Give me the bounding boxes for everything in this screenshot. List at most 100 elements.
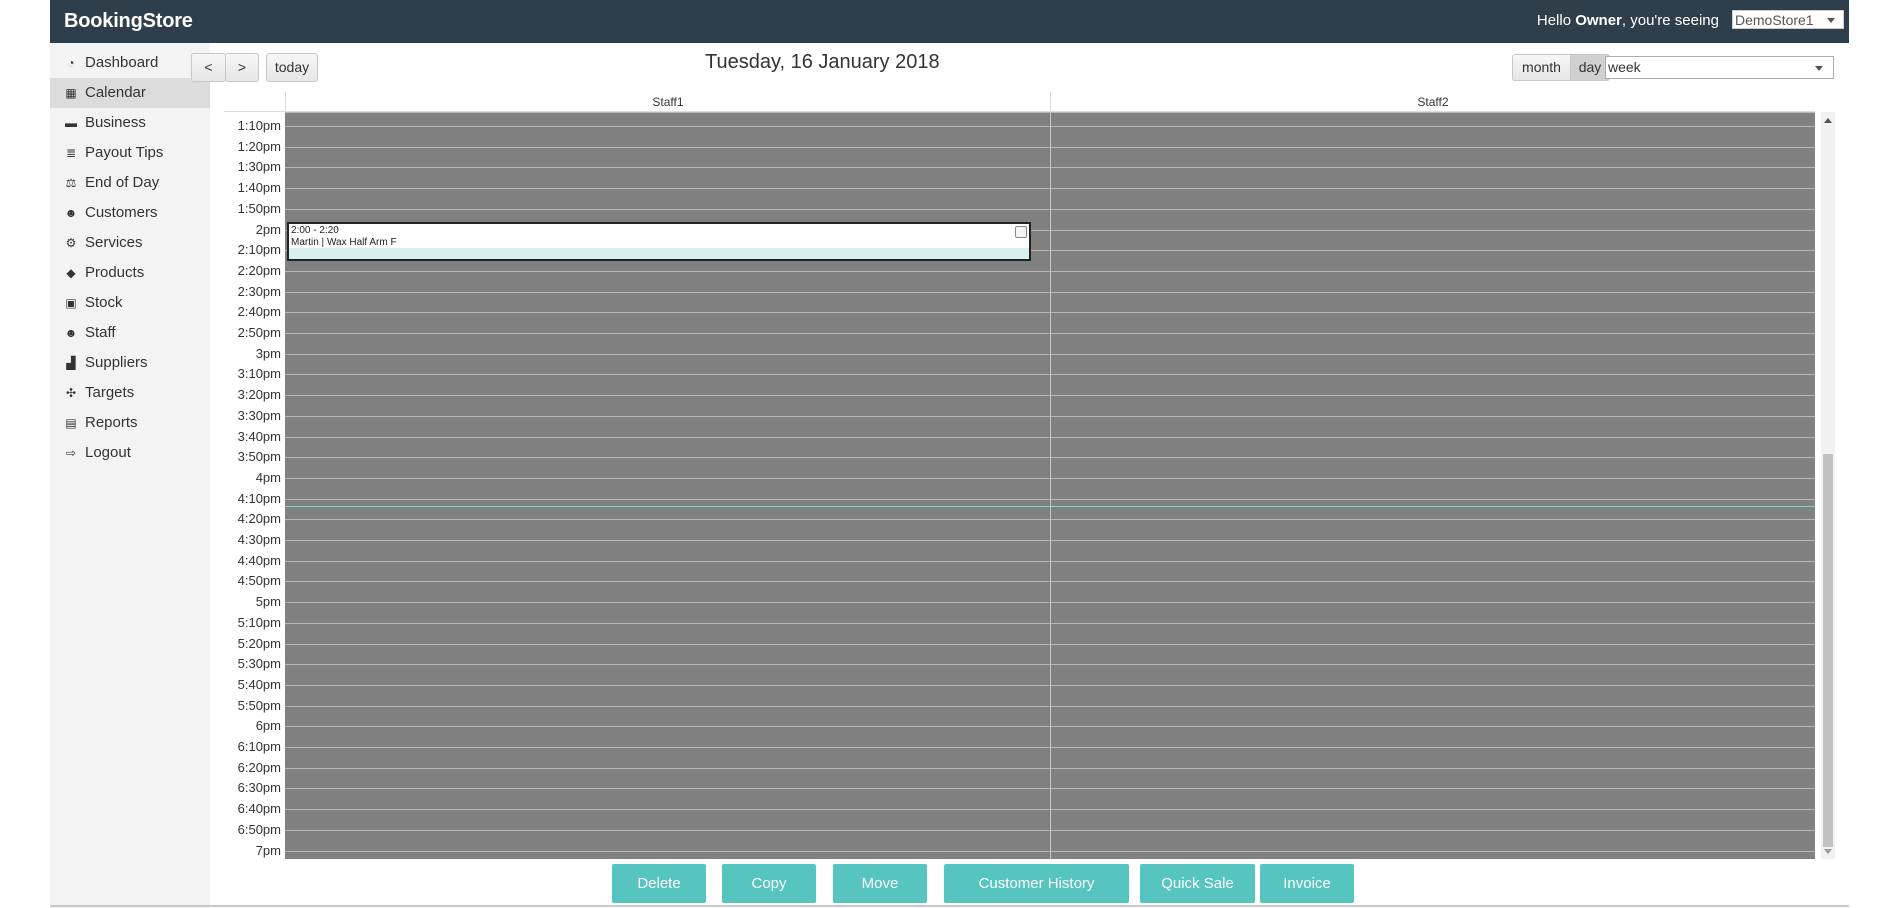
archive-icon: ▣ xyxy=(65,296,77,310)
sidebar-item-logout[interactable]: ⇨ Logout xyxy=(50,438,210,468)
delete-button[interactable]: Delete xyxy=(612,864,706,903)
time-label: 6:50pm xyxy=(237,821,281,837)
greeting-suffix: , you're seeing xyxy=(1621,12,1719,29)
time-label: 6:10pm xyxy=(237,739,281,754)
time-label: 6:20pm xyxy=(237,759,281,775)
crosshairs-icon: ✣ xyxy=(65,386,77,400)
sidebar-item-business[interactable]: ▬ Business xyxy=(50,108,210,138)
column-header-staff1: Staff1 xyxy=(285,92,1050,112)
time-label: 5:10pm xyxy=(237,614,281,630)
slot-line xyxy=(285,271,1815,272)
sidebar-item-label: Dashboard xyxy=(85,54,159,71)
sidebar-item-staff[interactable]: ☻ Staff xyxy=(50,318,210,348)
sidebar-item-label: End of Day xyxy=(85,174,160,191)
slot-line xyxy=(285,312,1815,313)
sidebar-item-suppliers[interactable]: ▟ Suppliers xyxy=(50,348,210,378)
time-label: 6pm xyxy=(255,718,281,734)
slot-line xyxy=(285,188,1815,189)
time-label: 3:20pm xyxy=(237,387,281,403)
sidebar-item-end-of-day[interactable]: ⚖ End of Day xyxy=(50,168,210,198)
time-label: 5:30pm xyxy=(237,656,281,672)
month-view-button[interactable]: month xyxy=(1512,54,1571,81)
appointment-event[interactable]: 2:00 - 2:20 Martin | Wax Half Arm F xyxy=(287,222,1031,261)
time-label: 5:20pm xyxy=(237,635,281,651)
calendar-icon: ▦ xyxy=(65,86,77,100)
scroll-down-icon[interactable] xyxy=(1824,849,1832,854)
slot-line xyxy=(285,809,1815,810)
slot-line xyxy=(285,333,1815,334)
database-icon: ≣ xyxy=(65,146,77,160)
slot-line xyxy=(285,416,1815,417)
slot-line xyxy=(285,664,1815,665)
sidebar-item-label: Products xyxy=(85,264,145,281)
slot-line xyxy=(285,540,1815,541)
time-label: 2:10pm xyxy=(237,242,281,258)
invoice-button[interactable]: Invoice xyxy=(1260,864,1354,903)
sidebar: ◔ Dashboard ▦ Calendar ▬ Business ≣ Payout Tips… xyxy=(50,43,210,908)
chevron-left-icon: < xyxy=(204,59,213,75)
slot-line xyxy=(285,499,1815,500)
store-select[interactable]: DemoStore1 xyxy=(1732,10,1844,29)
time-label: 5:40pm xyxy=(237,676,281,692)
chevron-down-icon xyxy=(1827,18,1835,23)
sidebar-item-calendar[interactable]: ▦ Calendar xyxy=(50,78,210,108)
sidebar-item-dashboard[interactable]: ◔ Dashboard xyxy=(50,48,210,78)
time-label: 2:50pm xyxy=(237,325,281,340)
customer-history-button[interactable]: Customer History xyxy=(944,864,1129,903)
event-select-checkbox[interactable] xyxy=(1015,226,1027,238)
sidebar-item-targets[interactable]: ✣ Targets xyxy=(50,378,210,408)
scrollbar-thumb[interactable] xyxy=(1823,454,1833,847)
slot-line xyxy=(285,851,1815,852)
scroll-up-icon[interactable] xyxy=(1824,118,1832,123)
today-button[interactable]: today xyxy=(266,53,318,82)
sidebar-item-payout-tips[interactable]: ≣ Payout Tips xyxy=(50,138,210,168)
time-label: 3:30pm xyxy=(237,407,281,423)
current-time-line xyxy=(285,506,1815,507)
sidebar-item-reports[interactable]: ▤ Reports xyxy=(50,408,210,438)
brand-logo[interactable]: BookingStore xyxy=(64,10,193,33)
copy-button[interactable]: Copy xyxy=(722,864,816,903)
time-label: 4:40pm xyxy=(237,552,281,568)
top-navbar: BookingStore Hello Owner, you're seeing … xyxy=(50,0,1849,43)
sidebar-item-label: Business xyxy=(85,114,146,131)
next-button[interactable]: > xyxy=(225,53,259,82)
time-label: 1:50pm xyxy=(237,200,281,216)
slot-line xyxy=(285,437,1815,438)
slot-line xyxy=(285,395,1815,396)
time-label: 1:10pm xyxy=(237,118,281,133)
scale-icon: ⚖ xyxy=(65,176,77,190)
slot-line xyxy=(285,112,1815,113)
sidebar-item-customers[interactable]: ☻ Customers xyxy=(50,198,210,228)
time-label: 3:10pm xyxy=(237,366,281,382)
slot-line xyxy=(285,561,1815,562)
prev-button[interactable]: < xyxy=(191,53,226,82)
sidebar-item-label: Targets xyxy=(85,384,135,401)
time-label: 7pm xyxy=(255,842,281,858)
slot-line xyxy=(285,830,1815,831)
sidebar-item-products[interactable]: ◆ Products xyxy=(50,258,210,288)
quick-sale-button[interactable]: Quick Sale xyxy=(1140,864,1255,903)
staff-icon: ☻ xyxy=(64,326,78,340)
day-view-button[interactable]: day xyxy=(1570,54,1610,81)
sidebar-item-label: Payout Tips xyxy=(85,144,164,161)
slot-line xyxy=(285,602,1815,603)
sidebar-item-stock[interactable]: ▣ Stock xyxy=(50,288,210,318)
time-label: 4:50pm xyxy=(237,573,281,589)
sidebar-item-label: Logout xyxy=(85,444,131,461)
slot-line xyxy=(285,374,1815,375)
slot-line xyxy=(285,147,1815,148)
time-label: 5pm xyxy=(255,594,281,610)
dashboard-icon: ◔ xyxy=(67,56,75,70)
move-button[interactable]: Move xyxy=(833,864,927,903)
slot-line xyxy=(285,519,1815,520)
day-calendar: Staff1 Staff2 1pm1:10pm1:20pm1:30pm1:40p… xyxy=(224,92,1835,859)
time-label: 4:30pm xyxy=(237,532,281,547)
view-select[interactable]: week xyxy=(1605,56,1834,79)
column-header-staff2: Staff2 xyxy=(1050,92,1815,112)
event-title: Martin | Wax Half Arm F xyxy=(291,237,397,248)
slot-line xyxy=(285,768,1815,769)
industry-icon: ▟ xyxy=(66,356,76,370)
slot-line xyxy=(285,354,1815,355)
store-select-value: DemoStore1 xyxy=(1735,12,1814,28)
sidebar-item-services[interactable]: ⚙ Services xyxy=(50,228,210,258)
